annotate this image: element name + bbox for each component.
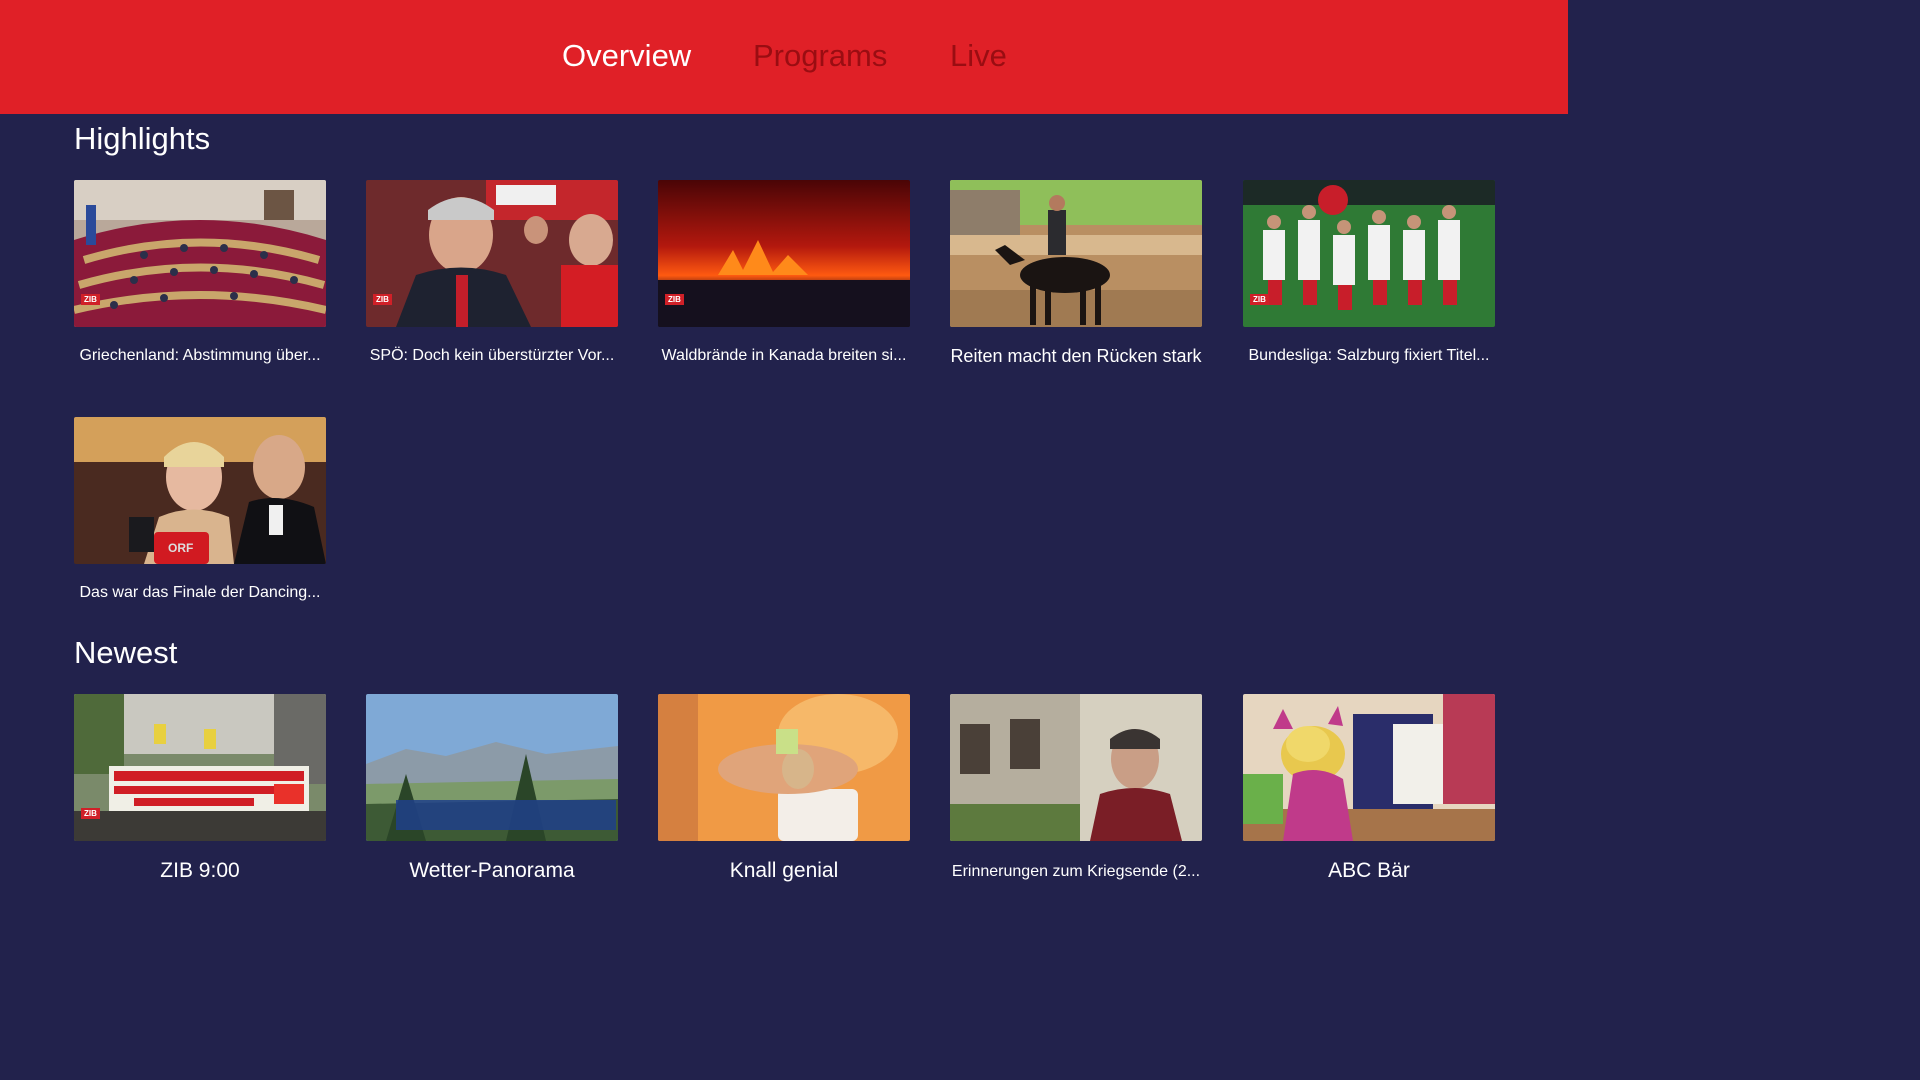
newest-heading: Newest <box>74 635 178 670</box>
video-thumbnail <box>950 694 1202 841</box>
orf-mic-logo: ORF <box>168 541 194 555</box>
tab-programs[interactable]: Programs <box>753 36 887 76</box>
zib-badge: ZIB <box>81 808 100 819</box>
video-thumbnail <box>1243 694 1495 841</box>
highlight-card[interactable]: ZIB Bundesliga: Salzburg fixiert Titel..… <box>1243 180 1495 367</box>
video-thumbnail: ZIB <box>74 694 326 841</box>
highlight-label: Waldbrände in Kanada breiten si... <box>661 347 907 364</box>
video-thumbnail: ZIB <box>366 180 618 327</box>
video-thumbnail: ORF <box>74 417 326 564</box>
zib-badge: ZIB <box>1250 294 1269 305</box>
zib-badge: ZIB <box>665 294 684 305</box>
highlight-card[interactable]: ZIB Waldbrände in Kanada breiten si... <box>658 180 910 367</box>
tab-live[interactable]: Live <box>950 36 1007 76</box>
video-thumbnail: ZIB <box>74 180 326 327</box>
highlight-card[interactable]: ORF Das war das Finale der Dancing... <box>74 417 326 604</box>
video-thumbnail <box>950 180 1202 327</box>
highlight-card[interactable]: ZIB Griechenland: Abstimmung über... <box>74 180 326 367</box>
newest-label: ABC Bär <box>1328 859 1410 882</box>
highlight-card[interactable]: ZIB SPÖ: Doch kein überstürzter Vor... <box>366 180 618 367</box>
top-nav-bar: Overview Programs Live <box>0 0 1568 114</box>
highlight-card[interactable]: Reiten macht den Rücken stark <box>950 180 1202 367</box>
highlight-label: Bundesliga: Salzburg fixiert Titel... <box>1248 347 1490 364</box>
video-thumbnail: ZIB <box>1243 180 1495 327</box>
newest-label: Knall genial <box>729 859 839 882</box>
newest-card[interactable]: Erinnerungen zum Kriegsende (2... <box>950 694 1202 883</box>
tab-overview[interactable]: Overview <box>562 36 691 76</box>
newest-label: ZIB 9:00 <box>160 859 240 882</box>
newest-card[interactable]: Wetter-Panorama <box>366 694 618 885</box>
highlights-heading: Highlights <box>74 121 211 156</box>
zib-badge: ZIB <box>81 294 100 305</box>
video-thumbnail <box>658 694 910 841</box>
highlight-label: Das war das Finale der Dancing... <box>79 584 321 601</box>
newest-label: Erinnerungen zum Kriegsende (2... <box>951 863 1201 880</box>
zib-badge: ZIB <box>373 294 392 305</box>
highlight-label: Reiten macht den Rücken stark <box>950 346 1202 366</box>
newest-card[interactable]: ABC Bär <box>1243 694 1495 885</box>
newest-label: Wetter-Panorama <box>409 859 575 882</box>
newest-card[interactable]: Knall genial <box>658 694 910 885</box>
highlight-label: SPÖ: Doch kein überstürzter Vor... <box>369 347 615 364</box>
newest-card[interactable]: ZIB ZIB 9:00 <box>74 694 326 885</box>
video-thumbnail <box>366 694 618 841</box>
highlight-label: Griechenland: Abstimmung über... <box>79 347 321 364</box>
video-thumbnail: ZIB <box>658 180 910 327</box>
